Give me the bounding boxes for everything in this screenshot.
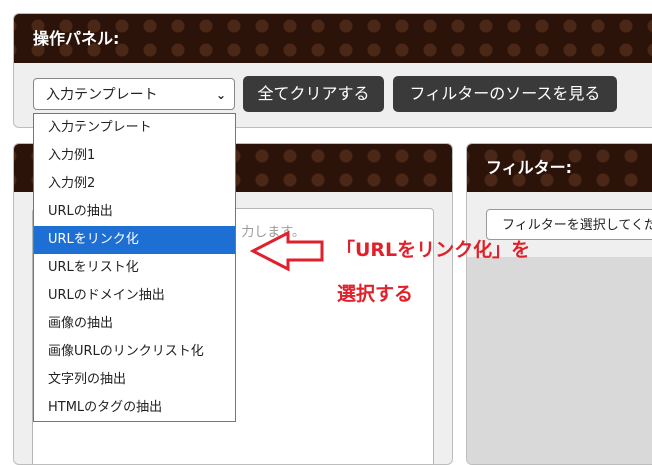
dropdown-option[interactable]: 文字列の抽出 (34, 366, 235, 394)
annotation-line-2: 選択する (337, 283, 414, 305)
dropdown-option[interactable]: 画像URLのリンクリスト化 (34, 338, 235, 366)
operation-panel: 操作パネル: 入力テンプレート ⌄ 全てクリアする フィルターのソースを見る (13, 13, 652, 128)
dropdown-option-selected[interactable]: URLをリンク化 (34, 226, 235, 254)
dropdown-option[interactable]: URLの抽出 (34, 198, 235, 226)
template-select[interactable]: 入力テンプレート ⌄ (33, 78, 235, 110)
chevron-down-icon: ⌄ (215, 88, 226, 102)
dropdown-option[interactable]: 入力例2 (34, 170, 235, 198)
view-filter-source-button[interactable]: フィルターのソースを見る (393, 76, 617, 112)
dropdown-option[interactable]: URLをリスト化 (34, 254, 235, 282)
filter-panel-title: フィルター: (467, 144, 652, 192)
template-dropdown-list: 入力テンプレート 入力例1 入力例2 URLの抽出 URLをリンク化 URLをリ… (33, 113, 236, 422)
filter-panel: フィルター: フィルターを選択してください (466, 143, 652, 465)
dropdown-option[interactable]: URLのドメイン抽出 (34, 282, 235, 310)
dropdown-option[interactable]: 入力例1 (34, 142, 235, 170)
annotation-line-1: 「URLをリンク化」を (336, 239, 531, 261)
clear-all-button[interactable]: 全てクリアする (243, 76, 384, 112)
dropdown-option[interactable]: 画像の抽出 (34, 310, 235, 338)
filter-output-area (467, 257, 652, 464)
template-select-value: 入力テンプレート (46, 87, 158, 103)
operation-panel-title: 操作パネル: (14, 14, 652, 63)
dropdown-option[interactable]: 入力テンプレート (34, 114, 235, 142)
dropdown-option[interactable]: HTMLのタグの抽出 (34, 394, 235, 422)
left-arrow-icon (250, 230, 324, 272)
